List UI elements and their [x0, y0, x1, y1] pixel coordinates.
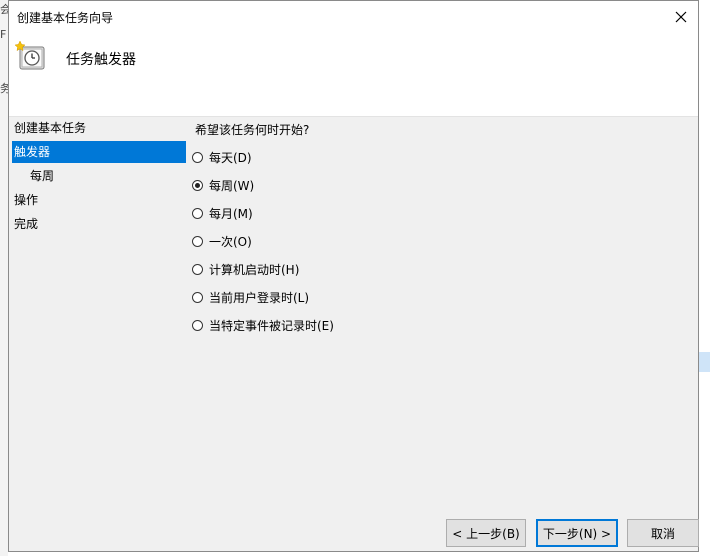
close-icon [675, 11, 687, 22]
background-fragment: F [0, 28, 7, 41]
page-title: 任务触发器 [66, 52, 136, 68]
option-monthly-label: 每月(M) [209, 206, 253, 221]
trigger-question: 希望该任务何时开始? [195, 123, 310, 137]
option-on-event-label: 当特定事件被记录时(E) [209, 318, 334, 333]
radio-monthly[interactable] [192, 207, 203, 219]
option-at-startup-label: 计算机启动时(H) [209, 262, 300, 277]
background-left-strip: 会 F 务 [0, 0, 11, 556]
option-on-event[interactable]: 当特定事件被记录时(E) [192, 315, 334, 335]
option-daily[interactable]: 每天(D) [192, 147, 252, 167]
option-monthly[interactable]: 每月(M) [192, 203, 253, 223]
next-button[interactable]: 下一步(N) > [536, 519, 618, 547]
radio-on-event[interactable] [192, 319, 203, 331]
background-right-strip [699, 0, 710, 556]
background-selected-row [699, 352, 710, 372]
wizard-steps-sidebar: 创建基本任务 触发器 每周 操作 完成 [9, 116, 186, 236]
option-weekly[interactable]: 每周(W) [192, 175, 254, 195]
wizard-footer: < 上一步(B) 下一步(N) > 取消 [9, 505, 699, 551]
option-weekly-label: 每周(W) [209, 178, 255, 193]
radio-weekly[interactable] [192, 179, 203, 191]
step-finish: 完成 [14, 217, 39, 231]
wizard-header: 任务触发器 [9, 32, 698, 117]
option-at-startup[interactable]: 计算机启动时(H) [192, 259, 299, 279]
back-button[interactable]: < 上一步(B) [446, 519, 526, 547]
step-create-basic-task: 创建基本任务 [14, 121, 87, 135]
step-action: 操作 [14, 193, 39, 207]
task-clock-icon [15, 40, 45, 70]
basic-task-wizard-dialog: 创建基本任务向导 任务触发器 创建基本任务 触发器 每周 操作 完成 希望该任务… [8, 0, 699, 552]
cancel-button[interactable]: 取消 [627, 519, 699, 547]
option-at-logon[interactable]: 当前用户登录时(L) [192, 287, 309, 307]
step-weekly: 每周 [30, 169, 55, 183]
close-button[interactable] [664, 1, 698, 32]
option-at-logon-label: 当前用户登录时(L) [209, 290, 310, 305]
option-once[interactable]: 一次(O) [192, 231, 252, 251]
radio-once[interactable] [192, 235, 203, 247]
radio-daily[interactable] [192, 151, 203, 163]
radio-at-startup[interactable] [192, 263, 203, 275]
window-title: 创建基本任务向导 [17, 11, 114, 25]
option-daily-label: 每天(D) [209, 150, 252, 165]
title-bar: 创建基本任务向导 [9, 1, 698, 32]
step-trigger: 触发器 [12, 141, 186, 163]
option-once-label: 一次(O) [209, 234, 252, 249]
radio-at-logon[interactable] [192, 291, 203, 303]
